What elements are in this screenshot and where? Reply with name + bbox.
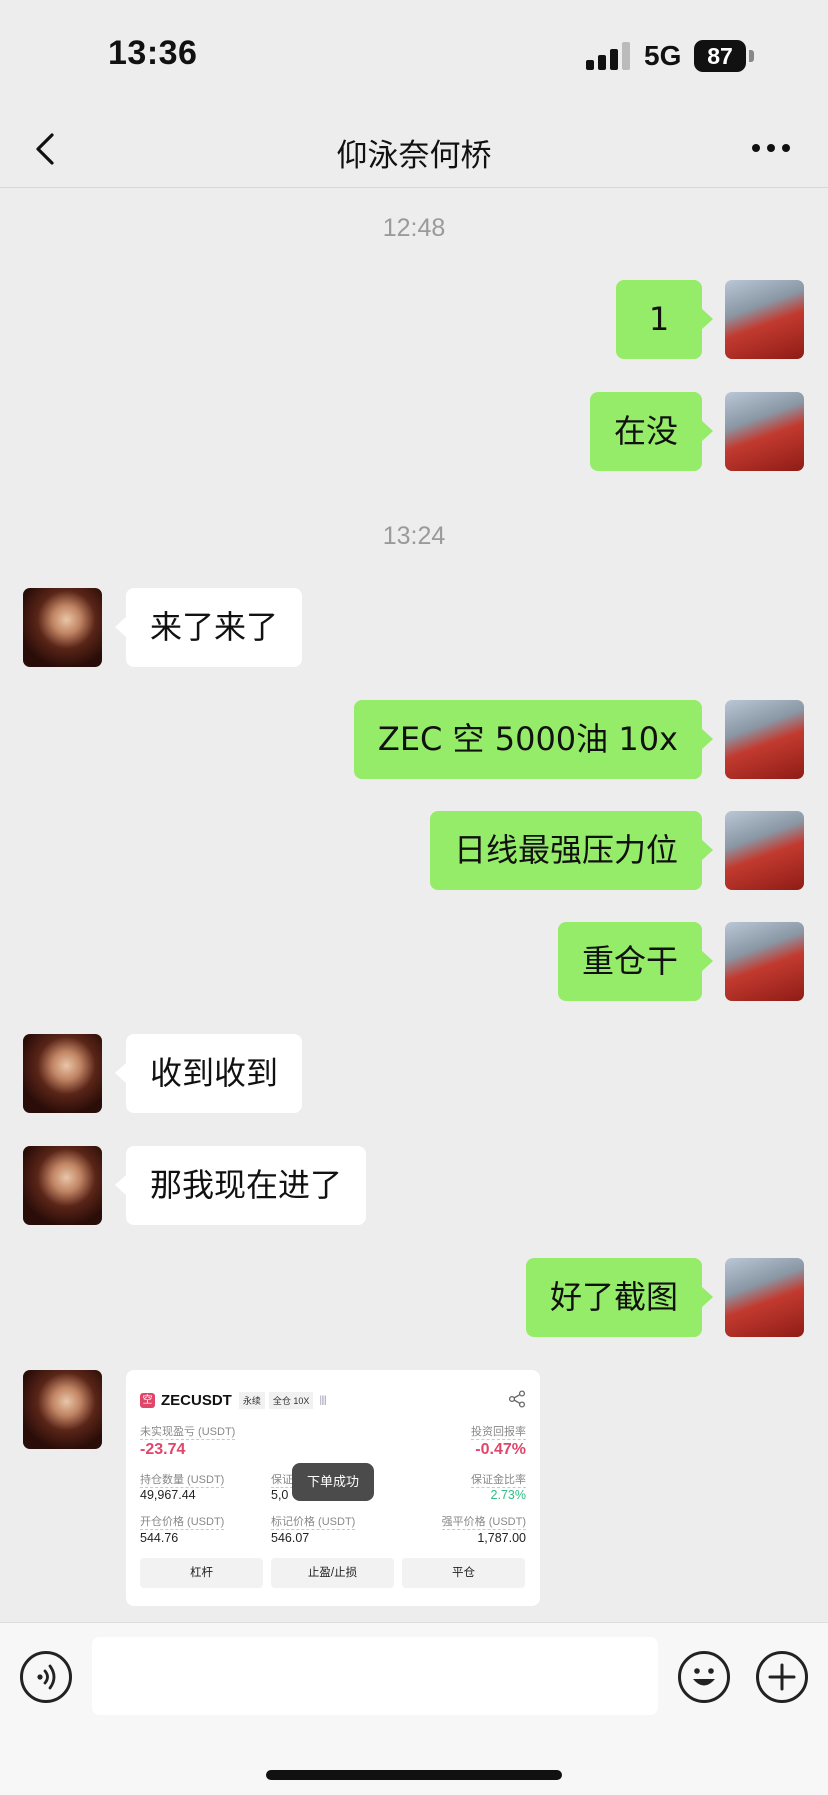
margin-ratio-value: 2.73% — [490, 1488, 526, 1502]
voice-icon[interactable] — [20, 1651, 72, 1703]
short-badge: 空 — [140, 1392, 155, 1408]
unrealized-pnl-value: -23.74 — [140, 1441, 186, 1458]
my-avatar[interactable] — [725, 811, 804, 890]
battery-icon: 87 — [694, 40, 746, 72]
contact-avatar[interactable] — [23, 588, 102, 667]
emoji-icon[interactable] — [678, 1651, 730, 1703]
close-position-button: 平仓 — [402, 1558, 525, 1588]
chat-title: 仰泳奈何桥 — [336, 138, 492, 174]
my-avatar[interactable] — [725, 280, 804, 359]
message-bubble-received[interactable]: 来了来了 — [114, 588, 303, 667]
message-bubble-received[interactable]: 那我现在进了 — [114, 1146, 367, 1225]
leverage-button: 杠杆 — [140, 1558, 263, 1588]
tp-sl-button: 止盈/止损 — [271, 1558, 394, 1588]
symbol-label: ZECUSDT — [161, 1391, 232, 1409]
my-avatar[interactable] — [725, 922, 804, 1001]
mark-price-value: 546.07 — [271, 1531, 310, 1545]
margin-label: 保证 — [271, 1471, 293, 1488]
contact-avatar[interactable] — [23, 1146, 102, 1225]
position-size-value: 49,967.44 — [140, 1488, 196, 1502]
status-time: 13:36 — [108, 34, 198, 72]
perp-tag: 永续 — [238, 1391, 265, 1409]
network-label: 5G — [644, 40, 682, 71]
unrealized-pnl-label: 未实现盈亏 (USDT) — [140, 1423, 236, 1440]
input-bar — [0, 1622, 828, 1795]
home-indicator[interactable] — [266, 1770, 562, 1780]
margin-ratio-label: 保证金比率 — [471, 1471, 526, 1488]
margin-tag: 全仓 10X — [268, 1391, 314, 1409]
my-avatar[interactable] — [725, 392, 804, 471]
mark-price-label: 标记价格 (USDT) — [271, 1513, 356, 1530]
contact-avatar[interactable] — [23, 1370, 102, 1449]
my-avatar[interactable] — [725, 1258, 804, 1337]
plus-icon[interactable] — [756, 1651, 808, 1703]
message-input[interactable] — [92, 1637, 658, 1715]
timestamp: 13:24 — [382, 522, 446, 550]
message-bubble-sent[interactable]: 1 — [616, 280, 713, 359]
entry-price-value: 544.76 — [140, 1531, 179, 1545]
roi-value: -0.47% — [475, 1441, 526, 1458]
roi-label: 投资回报率 — [471, 1423, 526, 1440]
status-bar: 13:36 5G 87 — [0, 0, 828, 110]
liquidation-price-label: 强平价格 (USDT) — [441, 1513, 526, 1530]
margin-value: 5,0 — [271, 1488, 289, 1502]
position-size-label: 持仓数量 (USDT) — [140, 1471, 225, 1488]
message-bubble-sent[interactable]: 重仓干 — [557, 922, 714, 1001]
timestamp: 12:48 — [382, 214, 446, 242]
toast-order-success: 下单成功 — [292, 1463, 374, 1501]
message-bubble-sent[interactable]: ZEC 空 5000油 10x — [353, 700, 714, 779]
message-bubble-sent[interactable]: 好了截图 — [525, 1258, 714, 1337]
signal-icon — [586, 42, 634, 70]
entry-price-label: 开仓价格 (USDT) — [140, 1513, 225, 1530]
message-bubble-received[interactable]: 收到收到 — [114, 1034, 303, 1113]
share-icon — [508, 1390, 526, 1408]
screenshot-image-message[interactable]: 空 ZECUSDT 永续 全仓 10X |||| 未实现盈亏 (USDT) -2… — [126, 1370, 540, 1606]
battery-tip — [749, 50, 754, 62]
my-avatar[interactable] — [725, 700, 804, 779]
chat-header: 仰泳奈何桥 — [0, 110, 828, 188]
strength-bars-icon: |||| — [319, 1394, 326, 1406]
contact-avatar[interactable] — [23, 1034, 102, 1113]
liquidation-price-value: 1,787.00 — [477, 1531, 526, 1545]
more-icon[interactable] — [752, 144, 792, 154]
message-bubble-sent[interactable]: 日线最强压力位 — [429, 811, 714, 890]
message-bubble-sent[interactable]: 在没 — [589, 392, 714, 471]
card-header: 空 ZECUSDT 永续 全仓 10X |||| — [140, 1390, 327, 1410]
